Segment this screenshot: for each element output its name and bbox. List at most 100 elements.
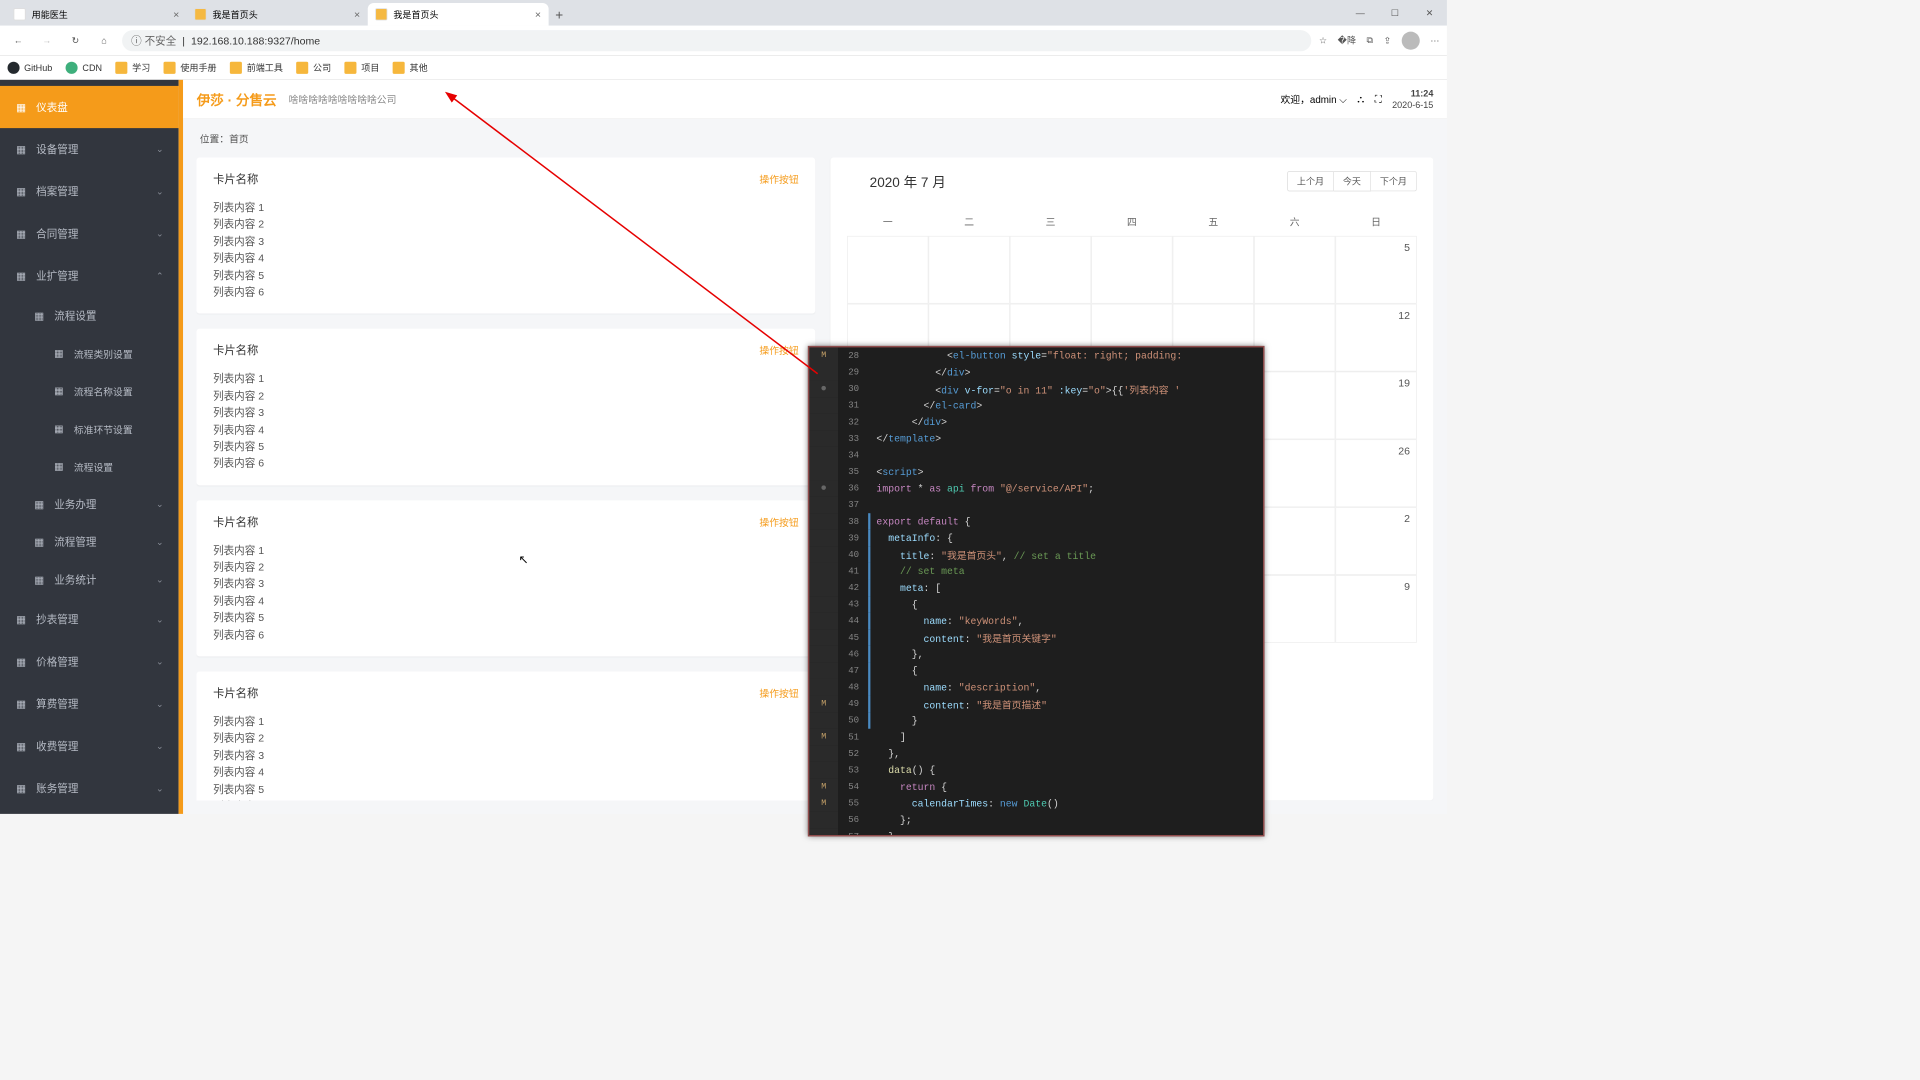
nav-forward-icon[interactable]: → (36, 30, 57, 51)
close-icon[interactable]: × (535, 8, 541, 20)
list-item: 列表内容 6 (213, 626, 799, 643)
calendar-cell[interactable] (1173, 236, 1254, 304)
sidebar-item[interactable]: ▦价格管理⌄ (0, 641, 179, 683)
card-title: 卡片名称 (213, 685, 258, 701)
sidebar-item[interactable]: ▦业务统计⌄ (0, 561, 179, 599)
card-action-button[interactable]: 操作按钮 (760, 172, 799, 186)
bookmark-item[interactable]: 其他 (393, 61, 428, 74)
code-line: 34 (809, 447, 1263, 464)
window-maximize[interactable]: ☐ (1378, 0, 1413, 26)
bookmark-item[interactable]: CDN (66, 61, 102, 73)
calendar-cell[interactable] (928, 236, 1009, 304)
favorites-icon[interactable]: �降 (1338, 34, 1356, 47)
sidebar-item[interactable]: ▦收费管理⌄ (0, 725, 179, 767)
list-item: 列表内容 1 (213, 713, 799, 730)
calendar-cell[interactable] (1254, 439, 1335, 507)
card-action-button[interactable]: 操作按钮 (760, 343, 799, 357)
calendar-cell[interactable]: 12 (1335, 304, 1416, 372)
calendar-nav-button[interactable]: 上个月 (1287, 171, 1334, 191)
weekday-label: 日 (1335, 206, 1416, 235)
nav-reload-icon[interactable]: ↻ (65, 30, 86, 51)
calendar-nav-button[interactable]: 下个月 (1371, 171, 1417, 191)
calendar-cell[interactable]: 5 (1335, 236, 1416, 304)
card-action-button[interactable]: 操作按钮 (760, 514, 799, 528)
sidebar-label: 业扩管理 (36, 268, 78, 283)
sidebar-item[interactable]: ▦标准环节设置 (0, 410, 179, 448)
window-close[interactable]: ✕ (1412, 0, 1447, 26)
browser-tab[interactable]: 我是首页头× (368, 3, 549, 26)
sidebar-item[interactable]: ▦合同管理⌄ (0, 213, 179, 255)
sidebar-item[interactable]: ▦流程设置 (0, 448, 179, 486)
calendar-cell[interactable]: 26 (1335, 439, 1416, 507)
sidebar-item[interactable]: ▦流程设置 (0, 297, 179, 335)
extensions-icon[interactable]: ⧉ (1367, 35, 1373, 46)
mouse-cursor-icon: ↖ (518, 552, 528, 567)
profile-avatar[interactable] (1402, 31, 1420, 49)
calendar-nav-button[interactable]: 今天 (1334, 171, 1371, 191)
list-item: 列表内容 5 (213, 438, 799, 455)
sidebar-item[interactable]: ▦设备管理⌄ (0, 128, 179, 170)
sidebar-item[interactable]: ▦档案管理⌄ (0, 170, 179, 212)
star-icon[interactable]: ☆ (1319, 35, 1327, 46)
nav-home-icon[interactable]: ⌂ (93, 30, 114, 51)
sidebar-item[interactable]: ▦账务管理⌄ (0, 767, 179, 809)
calendar-cell[interactable] (1091, 236, 1172, 304)
code-line: 52 }, (809, 745, 1263, 762)
bookmark-item[interactable]: 项目 (345, 61, 380, 74)
bookmark-item[interactable]: GitHub (8, 61, 53, 73)
calendar-cell[interactable] (1254, 507, 1335, 575)
close-icon[interactable]: × (173, 8, 179, 20)
fullscreen-icon[interactable]: ⛶ (1375, 93, 1382, 105)
list-item: 列表内容 5 (213, 266, 799, 283)
list-item: 列表内容 3 (213, 575, 799, 592)
code-line: ●36import * as api from "@/service/API"; (809, 480, 1263, 497)
calendar-cell[interactable]: 19 (1335, 372, 1416, 440)
calendar-cell[interactable] (1254, 372, 1335, 440)
sidebar-item[interactable]: ▦流程名称设置 (0, 372, 179, 410)
favicon-icon (194, 8, 206, 20)
code-line: 50 } (809, 712, 1263, 729)
calendar-cell[interactable] (1254, 304, 1335, 372)
bookmark-item[interactable]: 前端工具 (230, 61, 283, 74)
window-minimize[interactable]: — (1343, 0, 1378, 26)
menu-icon: ▦ (15, 698, 27, 710)
share-icon[interactable]: ⇪ (1384, 35, 1392, 46)
sidebar-item[interactable]: ▦算费管理⌄ (0, 683, 179, 725)
bookmark-label: 使用手册 (180, 61, 216, 74)
list-item: 列表内容 2 (213, 558, 799, 575)
sidebar-item[interactable]: ▦流程管理⌄ (0, 523, 179, 561)
menu-icon: ▦ (15, 656, 27, 668)
menu-icon: ▦ (33, 498, 45, 510)
tool-icon[interactable]: ⛬ (1357, 93, 1364, 105)
bookmark-item[interactable]: 使用手册 (164, 61, 217, 74)
calendar-cell[interactable] (847, 236, 928, 304)
calendar-cell[interactable]: 2 (1335, 507, 1416, 575)
nav-back-icon[interactable]: ← (8, 30, 29, 51)
weekday-label: 一 (847, 206, 928, 235)
sidebar-label: 算费管理 (36, 696, 78, 711)
calendar-cell[interactable]: 9 (1335, 575, 1416, 643)
bookmark-item[interactable]: 公司 (296, 61, 331, 74)
browser-tab[interactable]: 用能医生× (6, 3, 187, 26)
browser-tab[interactable]: 我是首页头× (187, 3, 368, 26)
bookmark-icon (296, 61, 308, 73)
url-input[interactable]: ⓘ 不安全 | 192.168.10.188:9327/home (122, 30, 1311, 51)
calendar-cell[interactable] (1010, 236, 1091, 304)
weekday-label: 五 (1173, 206, 1254, 235)
card-action-button[interactable]: 操作按钮 (760, 686, 799, 700)
calendar-cell[interactable] (1254, 236, 1335, 304)
new-tab-button[interactable]: + (549, 5, 570, 26)
bookmarks-bar: GitHub CDN 学习 使用手册 前端工具公司 项目其他 (0, 56, 1447, 80)
sidebar-item[interactable]: ▦业扩管理⌃ (0, 255, 179, 297)
sidebar-item[interactable]: ▦抄表管理⌄ (0, 598, 179, 640)
calendar-cell[interactable] (1254, 575, 1335, 643)
sidebar-item[interactable]: ▦业务办理⌄ (0, 485, 179, 523)
tab-bar: 用能医生×我是首页头×我是首页头×+ (0, 0, 1447, 26)
sidebar-item[interactable]: ▦仪表盘 (0, 86, 179, 128)
close-icon[interactable]: × (354, 8, 360, 20)
menu-icon: ▦ (15, 740, 27, 752)
bookmark-item[interactable]: 学习 (116, 61, 151, 74)
sidebar-item[interactable]: ▦流程类别设置 (0, 335, 179, 373)
more-icon[interactable]: ⋯ (1430, 35, 1439, 46)
card: 卡片名称操作按钮列表内容 1列表内容 2列表内容 3列表内容 4列表内容 5列表… (197, 500, 816, 656)
